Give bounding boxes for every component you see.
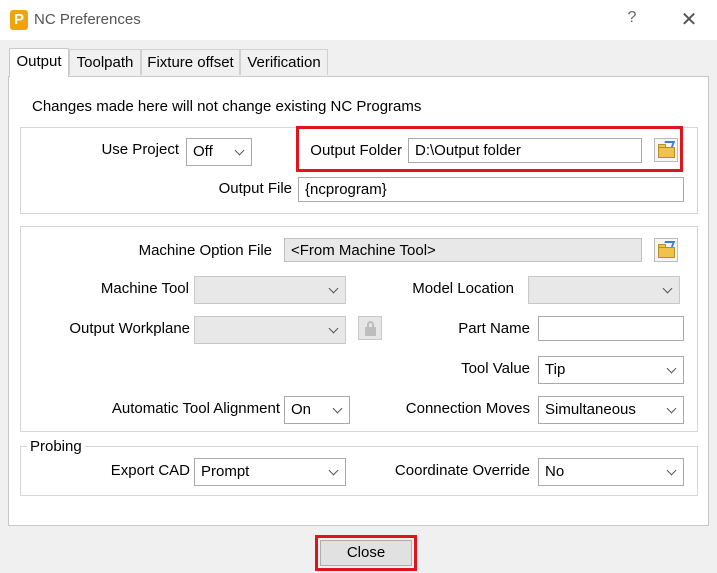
chevron-down-icon — [329, 277, 339, 303]
model-location-select[interactable] — [528, 276, 680, 304]
connection-moves-label: Connection Moves — [405, 400, 530, 417]
use-project-select[interactable]: Off — [186, 138, 252, 166]
tool-value-label: Tool Value — [461, 360, 530, 377]
connection-moves-value: Simultaneous — [545, 401, 636, 418]
chevron-down-icon — [333, 397, 343, 423]
workplane-lock-button[interactable] — [358, 316, 382, 340]
tab-verification[interactable]: Verification — [240, 49, 328, 75]
output-file-field[interactable]: {ncprogram} — [298, 177, 684, 202]
machine-option-file-label: Machine Option File — [138, 242, 272, 259]
lock-body — [365, 327, 376, 336]
connection-moves-select[interactable]: Simultaneous — [538, 396, 684, 424]
output-folder-highlight — [296, 126, 683, 172]
tool-value-select[interactable]: Tip — [538, 356, 684, 384]
chevron-down-icon — [667, 357, 677, 383]
tab-output[interactable]: Output — [9, 48, 69, 77]
probing-legend: Probing — [27, 437, 85, 457]
tab-fixture-offset[interactable]: Fixture offset — [141, 49, 240, 75]
machine-tool-select[interactable] — [194, 276, 346, 304]
tab-toolpath[interactable]: Toolpath — [69, 49, 141, 75]
chevron-down-icon — [667, 459, 677, 485]
model-location-label: Model Location — [412, 280, 514, 297]
export-cad-value: Prompt — [201, 463, 250, 480]
output-workplane-label: Output Workplane — [69, 320, 190, 337]
chevron-down-icon — [663, 277, 673, 303]
app-icon: P — [10, 10, 28, 30]
machine-option-browse-button[interactable] — [654, 238, 678, 262]
chevron-down-icon — [667, 397, 677, 423]
coordinate-override-label: Coordinate Override — [394, 462, 530, 479]
export-cad-label: Export CAD — [110, 462, 190, 479]
automatic-tool-alignment-label: Automatic Tool Alignment — [111, 400, 280, 417]
use-project-value: Off — [193, 143, 213, 160]
chevron-down-icon — [329, 317, 339, 343]
help-button[interactable]: ? — [622, 9, 642, 31]
part-name-field[interactable] — [538, 316, 684, 341]
automatic-tool-alignment-value: On — [291, 401, 312, 418]
output-workplane-select[interactable] — [194, 316, 346, 344]
output-file-label: Output File — [218, 180, 292, 197]
machine-option-file-field[interactable]: <From Machine Tool> — [284, 238, 642, 262]
machine-tool-label: Machine Tool — [100, 280, 189, 297]
use-project-label: Use Project — [101, 141, 179, 158]
folder-body — [658, 247, 675, 258]
close-button-highlight — [315, 535, 417, 571]
tool-value-value: Tip — [545, 361, 566, 378]
chevron-down-icon — [329, 459, 339, 485]
coordinate-override-value: No — [545, 463, 565, 480]
window-title: NC Preferences — [34, 11, 141, 28]
chevron-down-icon — [235, 139, 245, 165]
notice-text: Changes made here will not change existi… — [32, 98, 422, 115]
part-name-label: Part Name — [458, 320, 530, 337]
coordinate-override-select[interactable]: No — [538, 458, 684, 486]
automatic-tool-alignment-select[interactable]: On — [284, 396, 350, 424]
close-window-button[interactable]: ✕ — [676, 8, 702, 32]
export-cad-select[interactable]: Prompt — [194, 458, 346, 486]
